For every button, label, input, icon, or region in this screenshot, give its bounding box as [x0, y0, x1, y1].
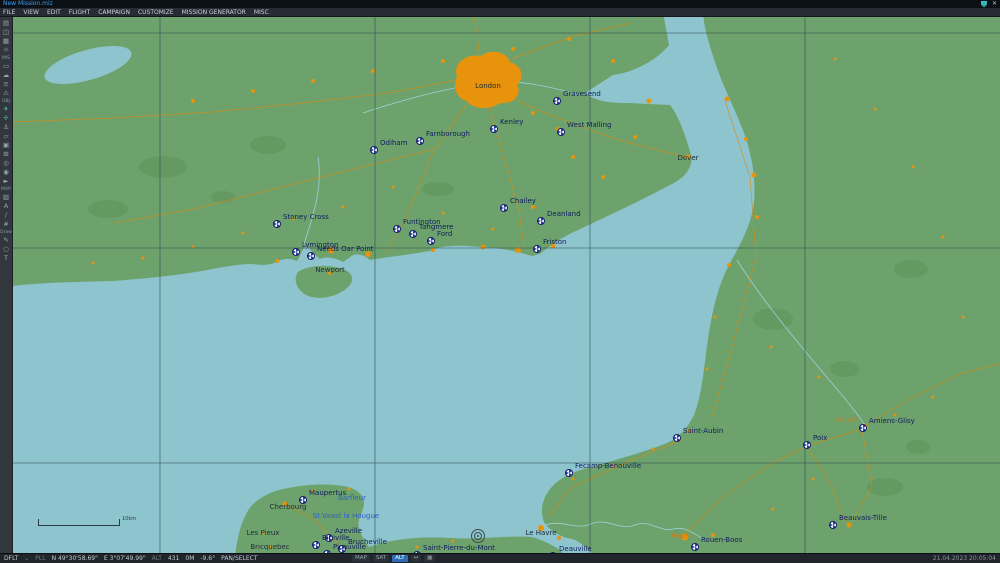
vehicle-icon[interactable]: ▱	[1, 132, 12, 141]
editor-mode-label: PAN/SELECT	[221, 554, 258, 562]
warning-icon[interactable]: ⚠	[1, 89, 12, 98]
menu-item-misc[interactable]: MISC	[254, 8, 269, 17]
toolbar-group-label: OBJ	[2, 99, 10, 104]
mission-options-icon[interactable]: ☼	[1, 46, 12, 55]
labels-icon[interactable]: A	[1, 202, 12, 211]
temperature-value: -9.6°	[200, 554, 216, 562]
grid-tool-icon[interactable]: ▦	[424, 554, 436, 562]
text-icon[interactable]: T	[1, 254, 12, 263]
left-toolbar: ▤ ◫ ▦ ☼ MIS ▭ ☁ ≡ ⚠ OBJ ✈ ✢ ⚓ ▱ ▣ ⊞ ◎ ◉ ► MAP ▧ A ∕ # Draw ✎ ○ T	[0, 17, 13, 553]
menu-item-edit[interactable]: EDIT	[47, 8, 61, 17]
toolbar-group-label: Draw	[0, 230, 12, 235]
grid-toggle-icon[interactable]: #	[1, 220, 12, 229]
layer-button-map[interactable]: MAP	[352, 554, 370, 562]
bullseye-marker[interactable]	[471, 529, 485, 543]
coords-format-label: PLL	[35, 554, 46, 562]
map-canvas[interactable]: Gravesend Kenley West Malling Farnborough Od…	[13, 17, 1000, 553]
layer-buttons: MAP SAT ALT ↔ ▦	[352, 554, 436, 562]
map-layers-icon[interactable]: ▧	[1, 193, 12, 202]
trigger-zone-icon[interactable]: ◎	[1, 159, 12, 168]
mission-summary-icon[interactable]: ≡	[1, 80, 12, 89]
helicopter-icon[interactable]: ✢	[1, 114, 12, 123]
briefing-icon[interactable]: ▭	[1, 62, 12, 71]
bullseye-icon[interactable]: ◉	[1, 168, 12, 177]
menu-item-customize[interactable]: CUSTOMIZE	[138, 8, 174, 17]
france-landmass	[542, 17, 1000, 553]
route-icon[interactable]: ►	[1, 177, 12, 186]
profile-selector[interactable]: DFLT	[4, 554, 18, 563]
cotentin-peninsula	[235, 484, 374, 553]
window-controls: ✕	[980, 0, 997, 8]
menu-bar: FILE VIEW EDIT FLIGHT CAMPAIGN CUSTOMIZE MISSI…	[0, 8, 1000, 17]
shape-icon[interactable]: ○	[1, 245, 12, 254]
close-icon[interactable]: ✕	[992, 0, 997, 8]
map-scale-label: 10km	[122, 516, 137, 522]
menu-item-flight[interactable]: FLIGHT	[69, 8, 90, 17]
cursor-latitude: N 49°30'58.69"	[51, 554, 98, 562]
weather-icon[interactable]: ☁	[1, 71, 12, 80]
open-mission-icon[interactable]: ◫	[1, 28, 12, 37]
layer-button-sat[interactable]: SAT	[372, 554, 390, 562]
menu-item-campaign[interactable]: CAMPAIGN	[98, 8, 130, 17]
ship-icon[interactable]: ⚓	[1, 123, 12, 132]
app: { "window": { "title": "New Mission.miz"…	[0, 0, 1000, 562]
measure-tool-icon[interactable]: ↔	[410, 554, 422, 562]
map-scale-bar	[38, 519, 120, 526]
aircraft-icon[interactable]: ✈	[1, 105, 12, 114]
chevron-down-icon[interactable]: ⌄	[24, 554, 29, 563]
calvados-coast	[364, 536, 563, 553]
menu-item-mission-generator[interactable]: MISSION GENERATOR	[182, 8, 246, 17]
toolbar-group-label: MIS	[1, 56, 11, 61]
static-object-icon[interactable]: ▣	[1, 141, 12, 150]
draw-icon[interactable]: ✎	[1, 236, 12, 245]
new-mission-icon[interactable]: ▤	[1, 19, 12, 28]
shield-icon[interactable]	[980, 0, 987, 8]
measure-icon[interactable]: ∕	[1, 211, 12, 220]
toolbar-group-label: MAP	[1, 187, 11, 192]
mission-datetime: 21.04.2023 20:05:04	[932, 554, 996, 562]
status-bar: DFLT ⌄ PLL N 49°30'58.69" E 3°07'49.99" …	[0, 553, 1000, 562]
template-icon[interactable]: ⊞	[1, 150, 12, 159]
altitude-label: ALT	[151, 554, 162, 562]
map-terrain	[13, 17, 1000, 553]
save-mission-icon[interactable]: ▦	[1, 37, 12, 46]
isle-of-wight	[295, 265, 353, 298]
layer-button-alt[interactable]: ALT	[392, 554, 408, 562]
altitude-value: 431	[167, 554, 180, 562]
cursor-longitude: E 3°07'49.99"	[103, 554, 146, 562]
elevation-value: 0M	[185, 554, 195, 562]
menu-item-file[interactable]: FILE	[3, 8, 15, 17]
menu-item-view[interactable]: VIEW	[23, 8, 39, 17]
